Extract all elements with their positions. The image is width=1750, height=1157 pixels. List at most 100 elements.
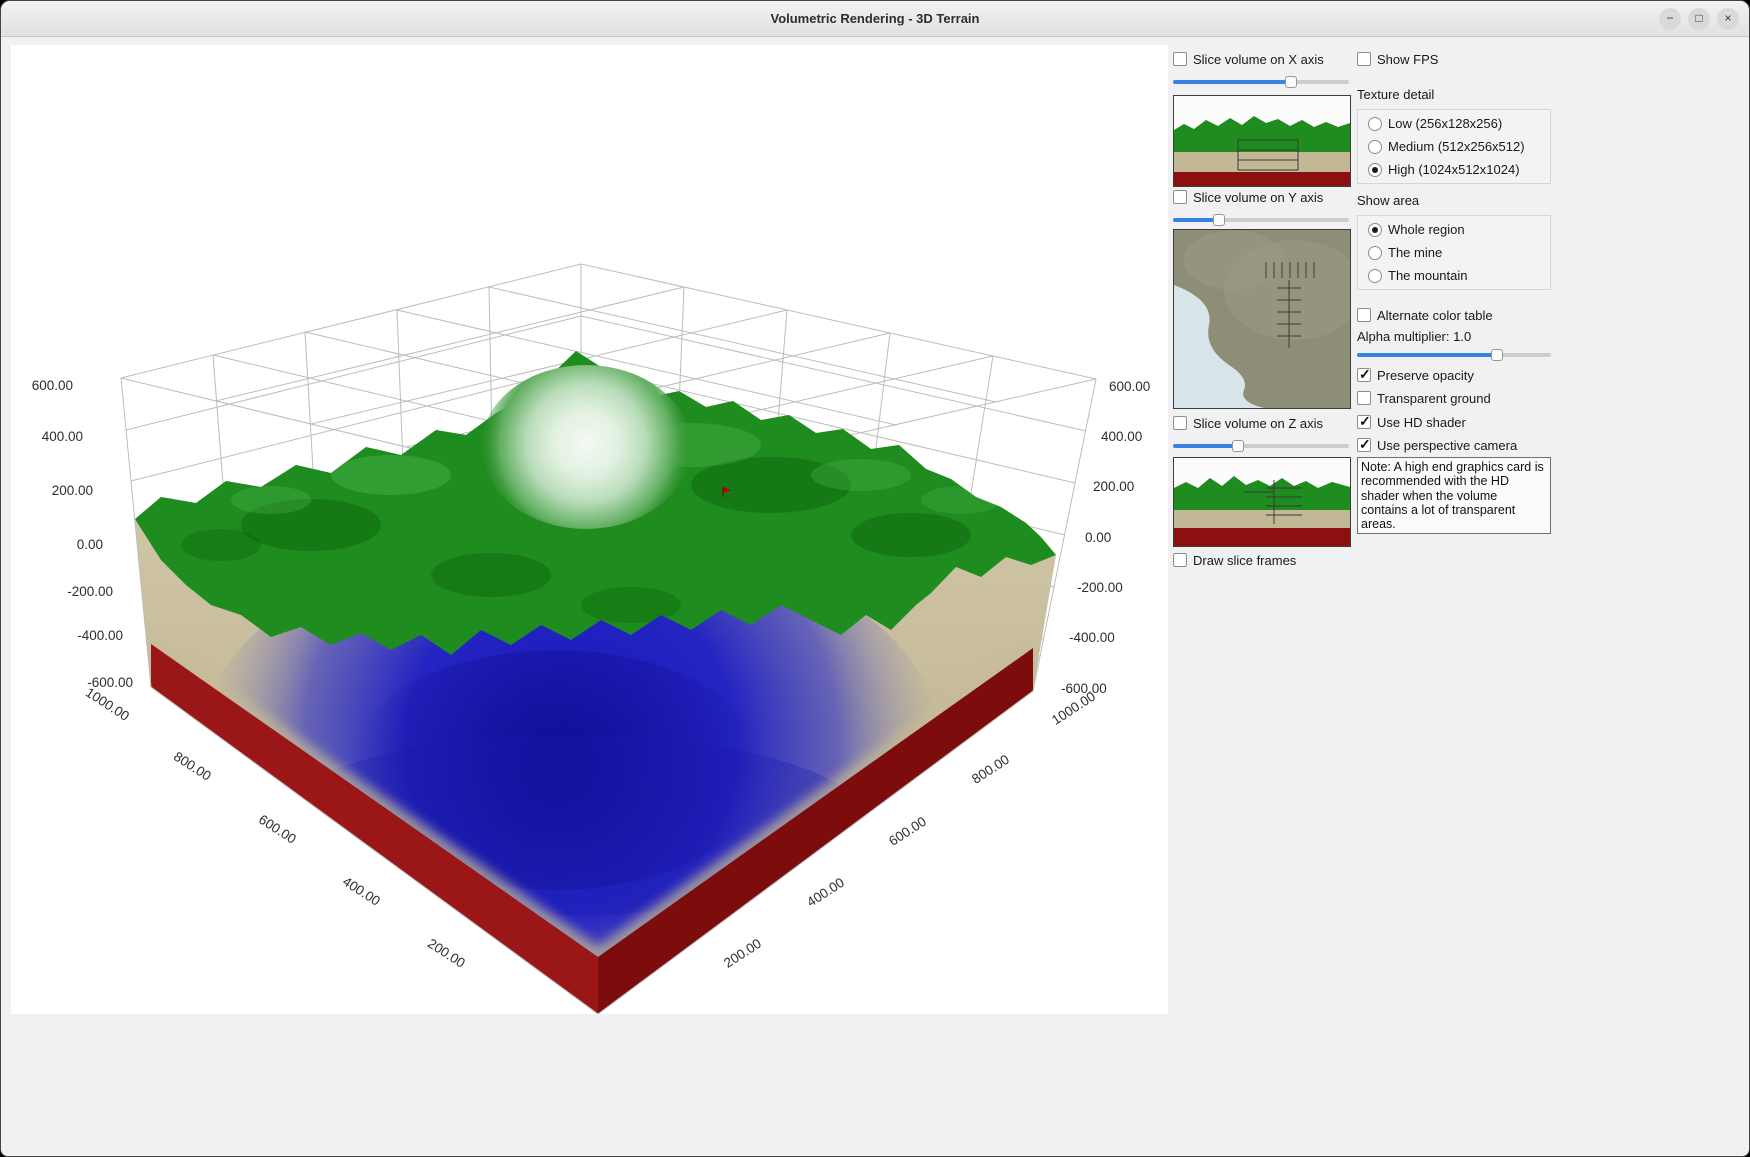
radio-button[interactable] [1368, 269, 1382, 283]
radio-button[interactable] [1368, 223, 1382, 237]
titlebar[interactable]: Volumetric Rendering - 3D Terrain − □ × [1, 1, 1749, 37]
transparent-ground-checkbox[interactable]: Transparent ground [1357, 390, 1491, 406]
texture-low-label: Low (256x128x256) [1388, 116, 1502, 131]
slider-fill [1357, 353, 1497, 357]
slider-track[interactable] [1173, 218, 1349, 222]
axis-tick-label: 800.00 [969, 752, 1012, 787]
radio-button[interactable] [1368, 140, 1382, 154]
slice-y-preview [1173, 229, 1351, 409]
texture-detail-label: Texture detail [1357, 87, 1434, 102]
note-text: Note: A high end graphics card is recomm… [1357, 457, 1551, 534]
area-mountain-label: The mountain [1388, 268, 1468, 283]
checkbox-box[interactable] [1173, 52, 1187, 66]
show-fps-checkbox[interactable]: Show FPS [1357, 51, 1438, 67]
texture-high-radio[interactable]: High (1024x512x1024) [1368, 162, 1540, 177]
axis-tick-label: 0.00 [77, 537, 103, 552]
slider-handle[interactable] [1213, 214, 1225, 226]
axis-tick-label: -400.00 [1069, 630, 1115, 645]
draw-slice-frames-checkbox[interactable]: Draw slice frames [1173, 552, 1296, 568]
radio-button[interactable] [1368, 246, 1382, 260]
y-axis-labels-right: 600.00 400.00 200.00 0.00 -200.00 -400.0… [1061, 379, 1150, 696]
use-perspective-camera-checkbox[interactable]: Use perspective camera [1357, 437, 1517, 453]
axis-tick-label: 200.00 [1093, 479, 1134, 494]
radio-button[interactable] [1368, 117, 1382, 131]
slice-y-preview-image [1174, 230, 1350, 408]
axis-tick-label: 400.00 [42, 429, 83, 444]
axis-tick-label: 200.00 [425, 936, 468, 971]
slider-track[interactable] [1357, 353, 1551, 357]
axis-tick-label: 1000.00 [83, 685, 132, 724]
minimize-icon[interactable]: − [1659, 8, 1681, 30]
transparent-ground-label: Transparent ground [1377, 391, 1491, 406]
axis-tick-label: 200.00 [52, 483, 93, 498]
use-hd-shader-checkbox[interactable]: Use HD shader [1357, 414, 1466, 430]
axis-tick-label: 400.00 [340, 874, 383, 909]
alternate-color-table-checkbox[interactable]: Alternate color table [1357, 307, 1493, 323]
checkbox-box[interactable] [1357, 308, 1371, 322]
slider-handle[interactable] [1491, 349, 1503, 361]
checkbox-box[interactable] [1173, 416, 1187, 430]
slice-z-slider[interactable] [1173, 439, 1349, 453]
axis-tick-label: 600.00 [1109, 379, 1150, 394]
checkbox-box[interactable] [1357, 391, 1371, 405]
axis-tick-label: 0.00 [1085, 530, 1111, 545]
slice-x-checkbox[interactable]: Slice volume on X axis [1173, 51, 1324, 67]
slice-z-preview [1173, 457, 1351, 547]
texture-low-radio[interactable]: Low (256x128x256) [1368, 116, 1540, 131]
window-content: 600.00 400.00 200.00 0.00 -200.00 -400.0… [1, 37, 1749, 1156]
use-hd-shader-label: Use HD shader [1377, 415, 1466, 430]
slider-handle[interactable] [1232, 440, 1244, 452]
slice-z-preview-image [1174, 458, 1350, 546]
draw-slice-frames-label: Draw slice frames [1193, 553, 1296, 568]
texture-medium-radio[interactable]: Medium (512x256x512) [1368, 139, 1540, 154]
slice-x-label: Slice volume on X axis [1193, 52, 1324, 67]
checkbox-box[interactable] [1357, 415, 1371, 429]
checkbox-box[interactable] [1173, 553, 1187, 567]
preserve-opacity-checkbox[interactable]: Preserve opacity [1357, 367, 1474, 383]
axis-tick-label: 400.00 [804, 875, 847, 910]
use-perspective-camera-label: Use perspective camera [1377, 438, 1517, 453]
checkbox-box[interactable] [1357, 52, 1371, 66]
area-mine-radio[interactable]: The mine [1368, 245, 1540, 260]
slider-handle[interactable] [1285, 76, 1297, 88]
axis-tick-label: -200.00 [1077, 580, 1123, 595]
show-fps-label: Show FPS [1377, 52, 1438, 67]
terrain-volume [135, 351, 1056, 1014]
show-area-label: Show area [1357, 193, 1419, 208]
close-icon[interactable]: × [1717, 8, 1739, 30]
slice-x-preview [1173, 95, 1351, 187]
axis-tick-label: 400.00 [1101, 429, 1142, 444]
checkbox-box[interactable] [1357, 438, 1371, 452]
texture-medium-label: Medium (512x256x512) [1388, 139, 1525, 154]
radio-button[interactable] [1368, 163, 1382, 177]
area-mountain-radio[interactable]: The mountain [1368, 268, 1540, 283]
app-window: Volumetric Rendering - 3D Terrain − □ × [0, 0, 1750, 1157]
alternate-color-table-label: Alternate color table [1377, 308, 1493, 323]
axis-tick-label: 200.00 [721, 936, 764, 971]
axis-tick-label: 600.00 [886, 814, 929, 849]
preserve-opacity-label: Preserve opacity [1377, 368, 1474, 383]
slice-x-preview-image [1174, 96, 1350, 186]
slider-track[interactable] [1173, 80, 1349, 84]
area-whole-region-radio[interactable]: Whole region [1368, 222, 1540, 237]
slice-y-slider[interactable] [1173, 213, 1349, 227]
slider-fill [1173, 218, 1219, 222]
terrain-3d-viewport[interactable]: 600.00 400.00 200.00 0.00 -200.00 -400.0… [11, 45, 1168, 1014]
slice-z-label: Slice volume on Z axis [1193, 416, 1323, 431]
checkbox-box[interactable] [1357, 368, 1371, 382]
axis-tick-label: 600.00 [256, 812, 299, 847]
slice-z-checkbox[interactable]: Slice volume on Z axis [1173, 415, 1323, 431]
mountain-peak [481, 365, 691, 529]
area-mine-label: The mine [1388, 245, 1442, 260]
maximize-icon[interactable]: □ [1688, 8, 1710, 30]
alpha-multiplier-slider[interactable] [1357, 348, 1551, 362]
axis-tick-label: -200.00 [67, 584, 113, 599]
slice-x-slider[interactable] [1173, 75, 1349, 89]
y-axis-labels-left: 600.00 400.00 200.00 0.00 -200.00 -400.0… [32, 378, 133, 690]
slice-y-label: Slice volume on Y axis [1193, 190, 1323, 205]
checkbox-box[interactable] [1173, 190, 1187, 204]
show-area-group: Whole region The mine The mountain [1357, 215, 1551, 290]
slider-track[interactable] [1173, 444, 1349, 448]
slice-y-checkbox[interactable]: Slice volume on Y axis [1173, 189, 1323, 205]
texture-detail-group: Low (256x128x256) Medium (512x256x512) H… [1357, 109, 1551, 184]
